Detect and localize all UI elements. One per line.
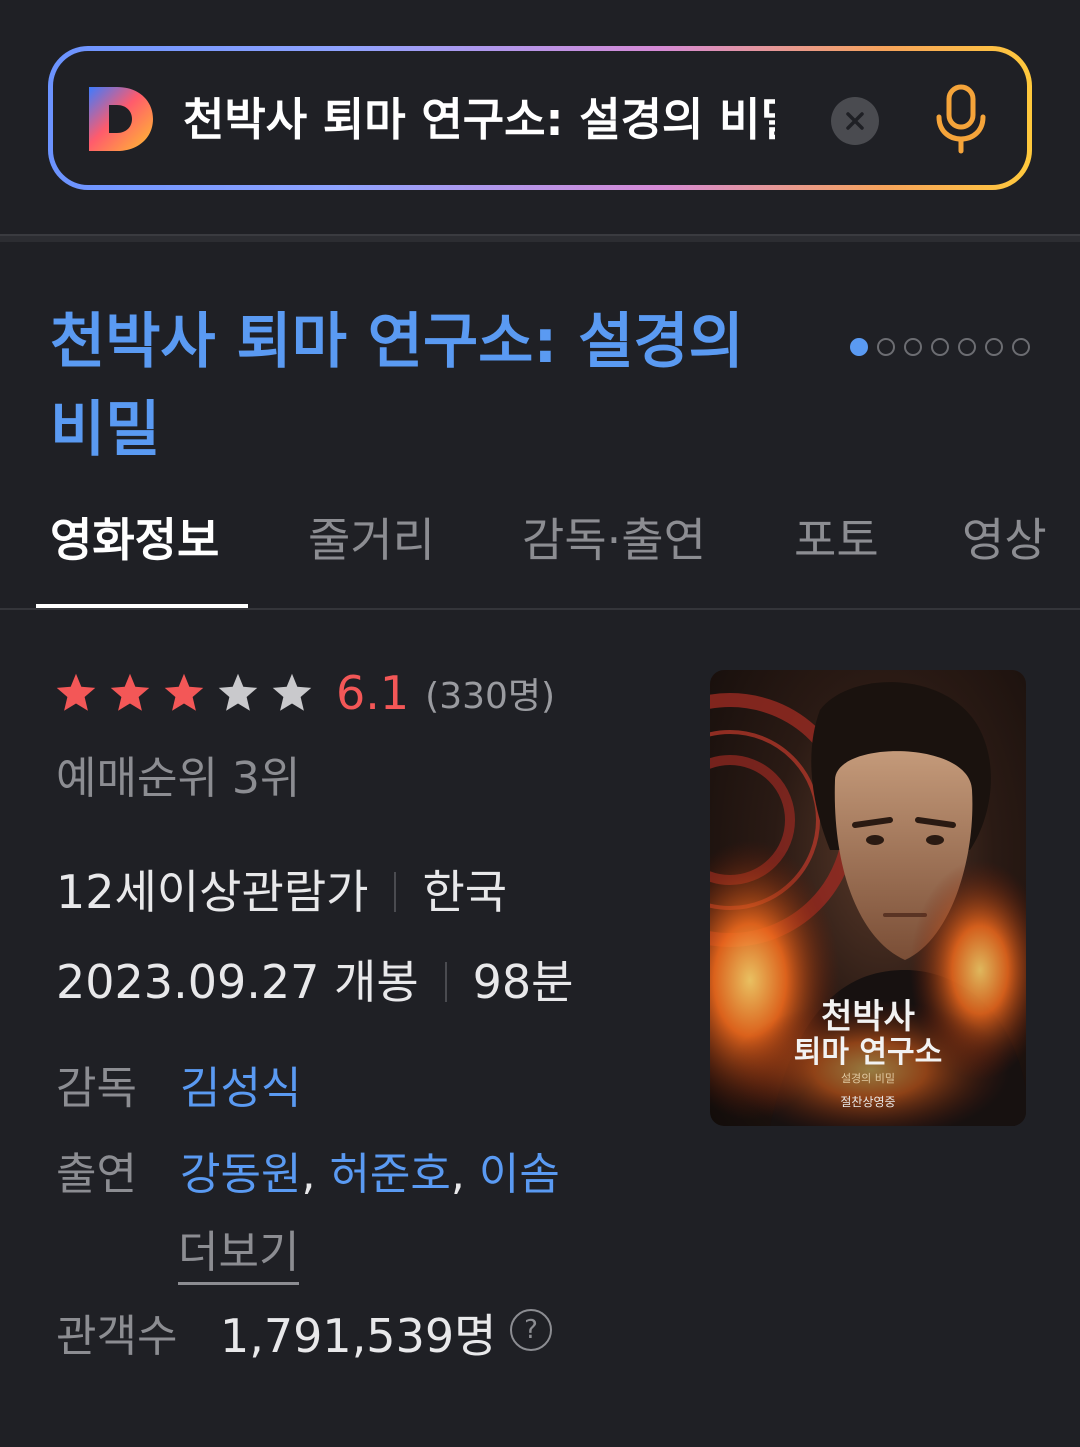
cast-link[interactable]: 이솜 <box>479 1149 560 1200</box>
audience-count: 1,791,539명 <box>220 1309 497 1363</box>
star-filled-icon <box>164 673 204 711</box>
carousel-pager[interactable] <box>850 338 1030 356</box>
separator <box>394 872 397 912</box>
separator <box>444 962 447 1002</box>
search-bar-inner: 천박사 퇴마 연구소: 설경의 비밀 <box>53 51 1027 185</box>
tab-photo[interactable]: 포토 <box>794 508 879 572</box>
poster-tagline: 절찬상영중 <box>840 1094 895 1109</box>
movie-title[interactable]: 천박사 퇴마 연구소: 설경의 비밀 <box>50 298 810 474</box>
audience-label: 관객수 <box>56 1311 178 1362</box>
poster-title-line1: 천박사 <box>821 997 915 1037</box>
cast-link[interactable]: 강동원 <box>180 1149 301 1200</box>
poster-artwork: 천박사 퇴마 연구소 설경의 비밀 절찬상영중 <box>710 682 1026 1126</box>
cast-separator: , <box>301 1149 316 1200</box>
booking-rank: 예매순위 3위 <box>56 753 301 804</box>
poster-subtitle: 설경의 비밀 <box>841 1072 895 1085</box>
pager-dot[interactable] <box>958 338 976 356</box>
poster-title-line2: 퇴마 연구소 <box>794 1035 942 1070</box>
pager-dot[interactable] <box>904 338 922 356</box>
help-icon[interactable]: ? <box>510 1309 552 1351</box>
cast-label: 출연 <box>56 1149 137 1200</box>
microphone-icon[interactable] <box>931 83 991 155</box>
info-age-country: 12세이상관람가 한국 <box>56 856 507 922</box>
clear-search-button[interactable] <box>831 97 879 145</box>
active-tab-indicator <box>36 604 248 608</box>
pager-dot[interactable] <box>1012 338 1030 356</box>
star-empty-icon <box>272 673 312 711</box>
section-divider <box>0 234 1080 242</box>
release-date: 2023.09.27 개봉 <box>56 955 419 1009</box>
tab-movie-info[interactable]: 영화정보 <box>50 508 219 572</box>
director-name[interactable]: 김성식 <box>180 1052 301 1116</box>
rating-score: 6.1 <box>336 666 410 720</box>
cast-link[interactable]: 허준호 <box>329 1149 450 1200</box>
rating-row: 6.1 (330명) <box>54 666 555 720</box>
age-rating: 12세이상관람가 <box>56 865 369 919</box>
rating-count: (330명) <box>425 676 556 717</box>
tab-video[interactable]: 영상 <box>962 508 1047 572</box>
movie-poster[interactable]: 천박사 퇴마 연구소 설경의 비밀 절찬상영중 <box>710 670 1026 1126</box>
runtime: 98분 <box>472 955 574 1009</box>
tab-cast[interactable]: 감독·출연 <box>522 508 706 572</box>
daum-logo-icon[interactable] <box>83 81 159 157</box>
cast-list: 강동원, 허준호, 이솜 <box>180 1138 560 1202</box>
tab-synopsis[interactable]: 줄거리 <box>308 508 435 572</box>
close-icon <box>846 112 864 130</box>
star-filled-icon <box>56 673 96 711</box>
pager-dot-active[interactable] <box>850 338 868 356</box>
info-release-runtime: 2023.09.27 개봉 98분 <box>56 946 574 1012</box>
director-label: 감독 <box>56 1063 137 1114</box>
pager-dot[interactable] <box>931 338 949 356</box>
pager-dot[interactable] <box>877 338 895 356</box>
star-filled-icon <box>110 673 150 711</box>
pager-dot[interactable] <box>985 338 1003 356</box>
country: 한국 <box>422 865 508 919</box>
cast-more-link[interactable]: 더보기 <box>178 1216 300 1285</box>
search-bar[interactable]: 천박사 퇴마 연구소: 설경의 비밀 <box>48 46 1032 190</box>
star-empty-icon <box>218 673 258 711</box>
cast-separator: , <box>450 1149 465 1200</box>
search-input[interactable]: 천박사 퇴마 연구소: 설경의 비밀 <box>183 85 775 155</box>
tab-bar: 영화정보 줄거리 감독·출연 포토 영상 <box>0 500 1080 610</box>
